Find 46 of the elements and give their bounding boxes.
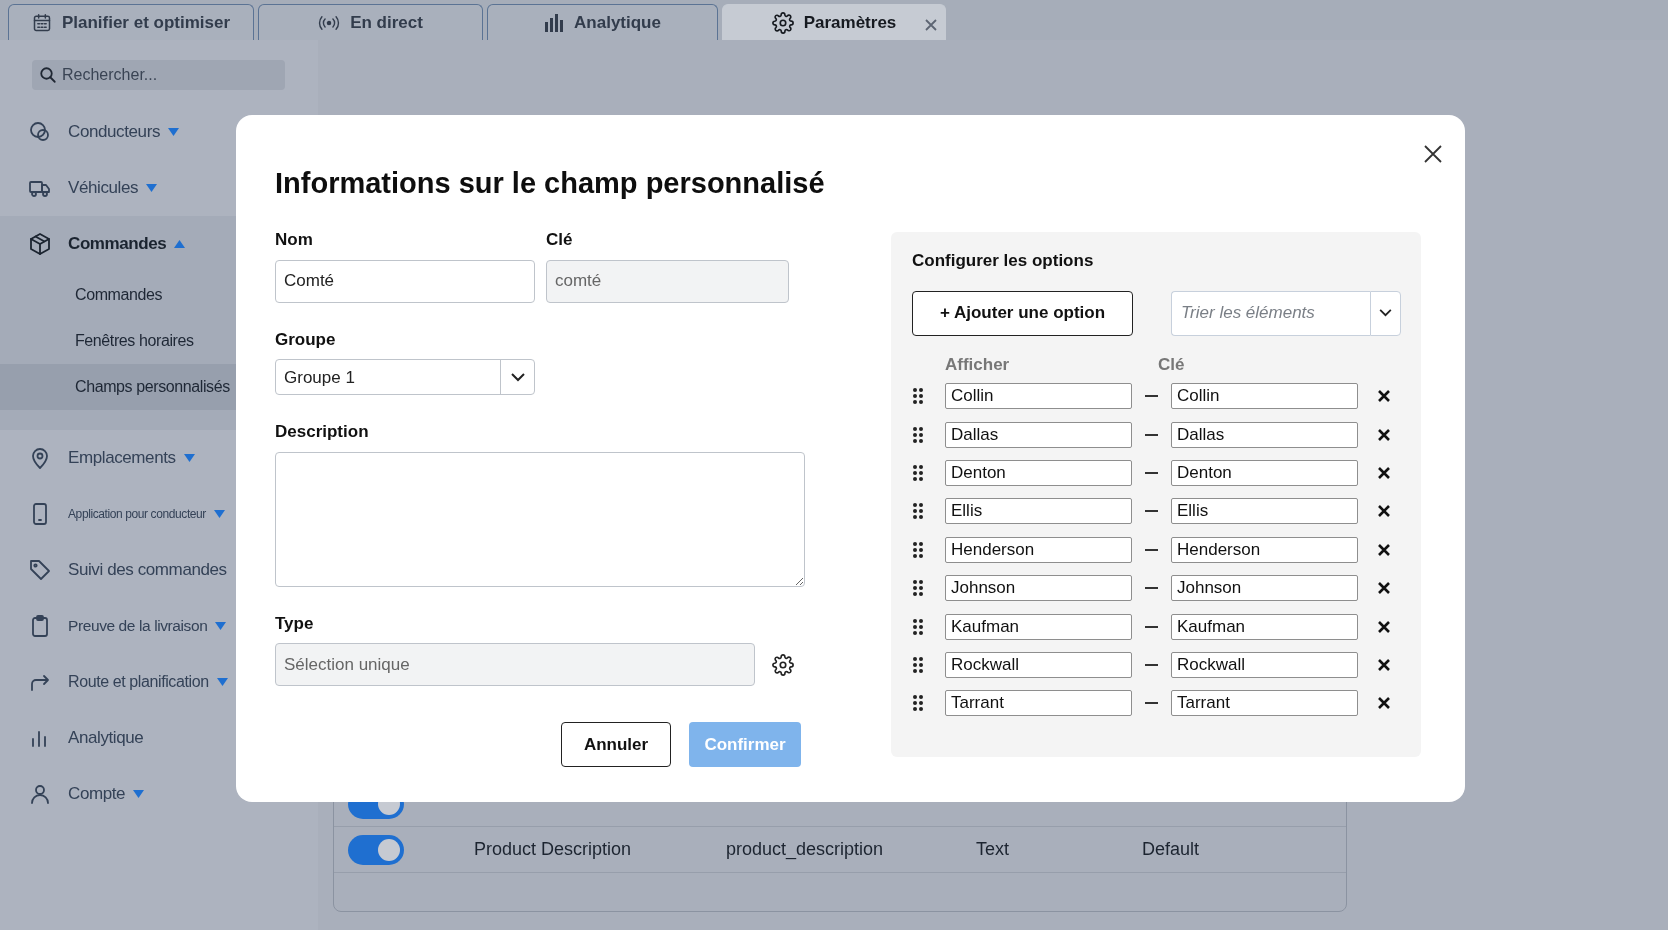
add-option-button[interactable]: + Ajouter une option [912, 290, 1133, 336]
table-cell-text: product_description [726, 838, 885, 862]
option-key-field[interactable]: Ellis [1171, 498, 1358, 525]
group-select[interactable]: Groupe 1 [275, 359, 535, 396]
option-display-field[interactable]: Henderson [945, 536, 1132, 563]
field-label: Groupe [275, 328, 336, 351]
table-cell-text: Default [1142, 838, 1201, 861]
sidebar-item[interactable]: Analytique [0, 710, 318, 766]
option-key-field[interactable]: Henderson [1171, 536, 1358, 563]
table-cell-text: Text [976, 838, 1010, 861]
option-display-field[interactable]: Denton [945, 459, 1132, 486]
name-field[interactable]: Comté [275, 259, 535, 303]
tab[interactable]: Paramètres [722, 4, 946, 40]
option-display-field[interactable]: Dallas [945, 421, 1132, 448]
dialog-title: Informations sur le champ personnalisé [275, 166, 825, 201]
sidebar-item[interactable]: Conducteurs [0, 104, 318, 160]
sidebar-item[interactable]: Suivi des commandes [0, 542, 318, 598]
option-key-field[interactable]: Kaufman [1171, 613, 1358, 640]
option-display-field[interactable]: Collin [945, 383, 1132, 410]
search-field[interactable]: Rechercher... [32, 60, 285, 90]
option-display-field[interactable]: Kaufman [945, 613, 1132, 640]
option-display-field[interactable]: Ellis [945, 498, 1132, 525]
field-label: Description [275, 421, 369, 444]
tab[interactable]: Planifier et optimiser [8, 4, 254, 40]
panel-title: Configurer les options [912, 250, 1095, 272]
cancel-button[interactable]: Annuler [561, 722, 671, 768]
tab[interactable]: Analytique [487, 4, 718, 40]
column-header: Clé [1158, 353, 1185, 376]
field-label: Nom [275, 229, 313, 252]
tab[interactable]: En direct [258, 4, 483, 40]
option-display-field[interactable]: Tarrant [945, 690, 1132, 717]
table-cell-text: Product Description [474, 838, 633, 861]
sidebar-item[interactable]: Compte [0, 766, 318, 822]
option-key-field[interactable]: Dallas [1171, 421, 1358, 448]
column-header: Afficher [945, 353, 1011, 376]
option-key-field[interactable]: Collin [1171, 383, 1358, 410]
option-key-field[interactable]: Johnson [1171, 575, 1358, 602]
option-key-field[interactable]: Rockwall [1171, 651, 1358, 678]
option-display-field[interactable]: Rockwall [945, 651, 1132, 678]
field-label: Clé [546, 229, 573, 252]
option-key-field[interactable]: Tarrant [1171, 690, 1358, 717]
option-key-field[interactable]: Denton [1171, 459, 1358, 486]
sort-field[interactable]: Trier les éléments [1171, 290, 1370, 336]
option-display-field[interactable]: Johnson [945, 575, 1132, 602]
sidebar-item[interactable]: Application pour conducteur [0, 486, 318, 542]
field-label: Type [275, 612, 314, 635]
